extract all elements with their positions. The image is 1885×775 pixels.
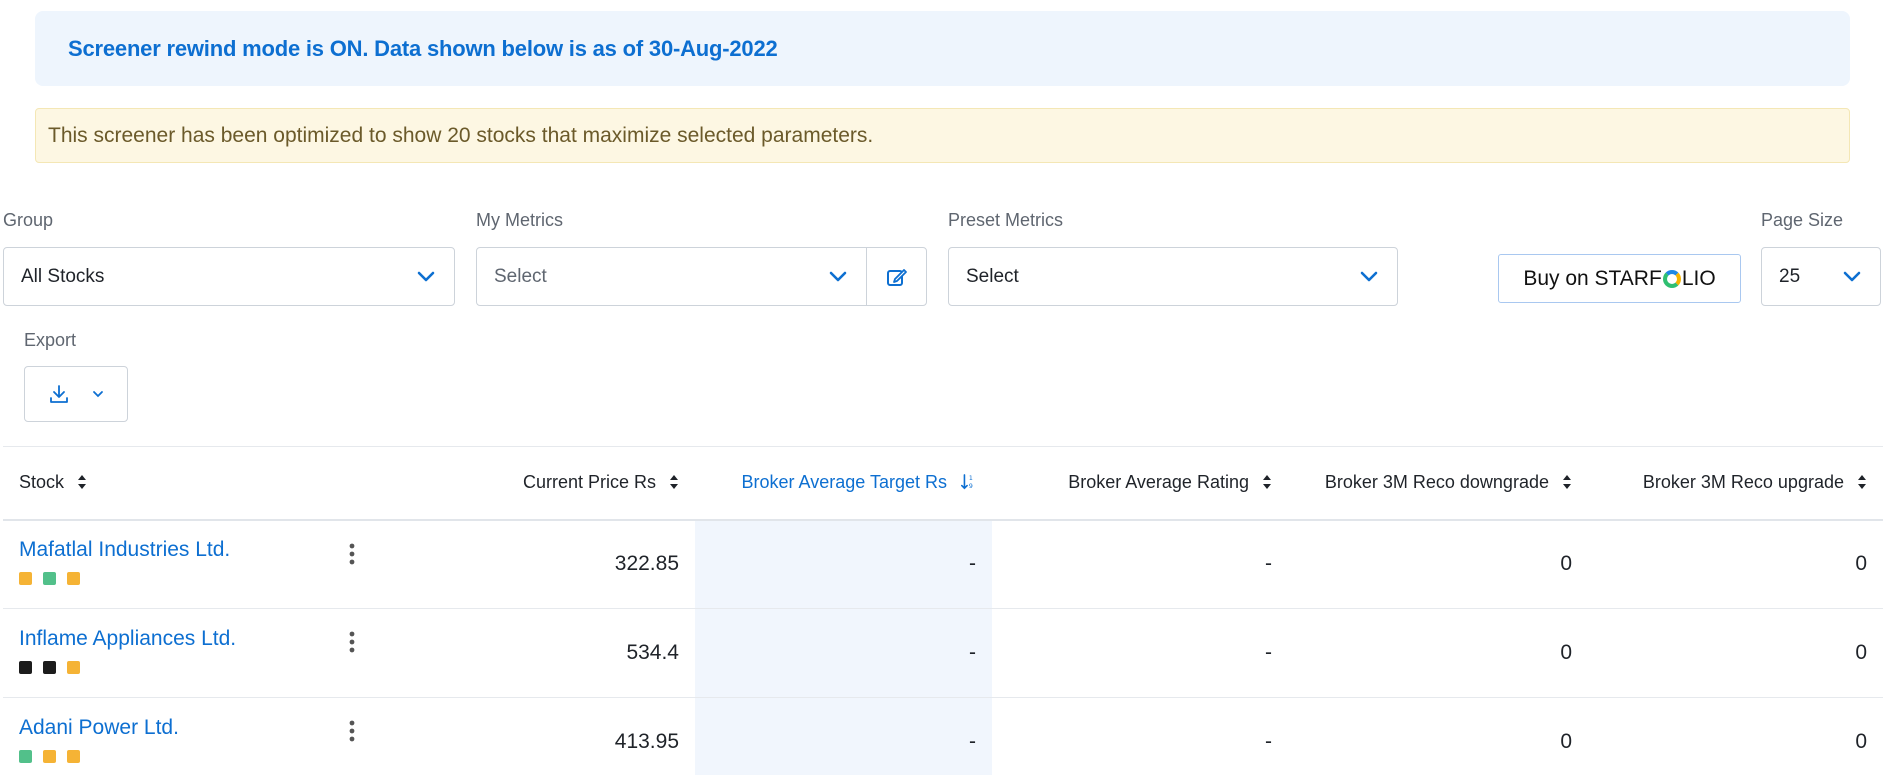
sort-icon xyxy=(1858,475,1866,490)
stock-name-link[interactable]: Adani Power Ltd. xyxy=(19,716,357,740)
group-value: All Stocks xyxy=(21,265,105,287)
svg-text:9: 9 xyxy=(969,483,973,490)
broker-target-cell: - xyxy=(695,519,992,609)
page-size-select[interactable]: 25 xyxy=(1761,247,1881,306)
indicator-dot xyxy=(19,571,32,585)
kebab-menu-icon[interactable] xyxy=(349,631,355,653)
sort-icon xyxy=(1563,475,1571,490)
sort-icon xyxy=(78,475,87,490)
group-label: Group xyxy=(3,210,54,230)
column-header-broker-3m-reco-downgrade[interactable]: Broker 3M Reco downgrade xyxy=(1288,446,1588,521)
chevron-down-icon xyxy=(93,391,103,398)
stock-cell: Adani Power Ltd. xyxy=(3,697,373,775)
stock-indicator-dots xyxy=(19,749,357,763)
sort-ascending-icon: 1 9 xyxy=(960,474,973,490)
reco-upgrade-cell: 0 xyxy=(1588,519,1883,609)
chevron-down-icon xyxy=(417,271,435,281)
optimized-text: This screener has been optimized to show… xyxy=(48,123,874,147)
page-size-label: Page Size xyxy=(1761,210,1844,230)
table-row: Inflame Appliances Ltd. 534.4 - - 0 0 xyxy=(3,608,1883,698)
column-header-broker-average-target[interactable]: Broker Average Target Rs 1 9 xyxy=(695,446,992,521)
optimized-banner: This screener has been optimized to show… xyxy=(35,108,1850,163)
indicator-dot xyxy=(19,660,32,674)
broker-rating-cell: - xyxy=(992,519,1288,609)
buy-on-starfolio-button[interactable]: Buy on STARF LIO xyxy=(1498,254,1741,303)
preset-metrics-label: Preset Metrics xyxy=(948,210,1064,230)
current-price-cell: 413.95 xyxy=(373,697,695,775)
my-metrics-label: My Metrics xyxy=(476,210,563,230)
indicator-dot xyxy=(67,749,80,763)
sort-icon xyxy=(1263,475,1271,490)
reco-downgrade-cell: 0 xyxy=(1288,519,1588,609)
preset-metrics-value: Select xyxy=(966,265,1019,287)
broker-target-cell: - xyxy=(695,697,992,775)
group-select[interactable]: All Stocks xyxy=(3,247,455,306)
chevron-down-icon xyxy=(1360,271,1378,281)
column-header-stock[interactable]: Stock xyxy=(3,446,373,521)
svg-text:1: 1 xyxy=(969,475,973,482)
stocks-table: Stock Current Price Rs Broker Average Ta… xyxy=(3,446,1883,775)
stock-indicator-dots xyxy=(19,660,357,674)
broker-rating-cell: - xyxy=(992,608,1288,698)
column-header-broker-average-rating[interactable]: Broker Average Rating xyxy=(992,446,1288,521)
stock-cell: Inflame Appliances Ltd. xyxy=(3,608,373,698)
kebab-menu-icon[interactable] xyxy=(349,720,355,742)
reco-downgrade-cell: 0 xyxy=(1288,608,1588,698)
reco-downgrade-cell: 0 xyxy=(1288,697,1588,775)
rewind-mode-banner: Screener rewind mode is ON. Data shown b… xyxy=(35,11,1850,86)
kebab-menu-icon[interactable] xyxy=(349,543,355,565)
export-button[interactable] xyxy=(24,366,128,422)
edit-metrics-button[interactable] xyxy=(866,247,927,306)
broker-rating-cell: - xyxy=(992,697,1288,775)
download-icon xyxy=(50,385,68,403)
table-row: Adani Power Ltd. 413.95 - - 0 0 xyxy=(3,697,1883,775)
stock-indicator-dots xyxy=(19,571,357,585)
indicator-dot xyxy=(67,571,80,585)
current-price-cell: 534.4 xyxy=(373,608,695,698)
sort-icon xyxy=(670,475,678,490)
my-metrics-select[interactable]: Select xyxy=(476,247,867,306)
my-metrics-value: Select xyxy=(494,265,547,287)
indicator-dot xyxy=(43,571,56,585)
indicator-dot xyxy=(19,749,32,763)
indicator-dot xyxy=(43,660,56,674)
column-header-current-price[interactable]: Current Price Rs xyxy=(373,446,695,521)
preset-metrics-select[interactable]: Select xyxy=(948,247,1398,306)
current-price-cell: 322.85 xyxy=(373,519,695,609)
starfolio-suffix: LIO xyxy=(1681,266,1716,290)
table-header-row: Stock Current Price Rs Broker Average Ta… xyxy=(3,446,1883,521)
chevron-down-icon xyxy=(1843,271,1861,281)
stock-cell: Mafatlal Industries Ltd. xyxy=(3,519,373,609)
reco-upgrade-cell: 0 xyxy=(1588,608,1883,698)
indicator-dot xyxy=(43,749,56,763)
page-size-value: 25 xyxy=(1779,265,1801,287)
indicator-dot xyxy=(67,660,80,674)
column-header-broker-3m-reco-upgrade[interactable]: Broker 3M Reco upgrade xyxy=(1588,446,1883,521)
chevron-down-icon xyxy=(829,271,847,281)
broker-target-cell: - xyxy=(695,608,992,698)
starfolio-prefix: Buy on STARF xyxy=(1523,266,1662,290)
reco-upgrade-cell: 0 xyxy=(1588,697,1883,775)
stock-name-link[interactable]: Mafatlal Industries Ltd. xyxy=(19,538,357,562)
table-row: Mafatlal Industries Ltd. 322.85 - - 0 0 xyxy=(3,519,1883,609)
rewind-mode-text: Screener rewind mode is ON. Data shown b… xyxy=(68,35,778,61)
export-label: Export xyxy=(24,330,77,350)
stock-name-link[interactable]: Inflame Appliances Ltd. xyxy=(19,627,357,651)
edit-icon xyxy=(886,268,907,286)
starfolio-logo-icon xyxy=(1662,269,1681,288)
